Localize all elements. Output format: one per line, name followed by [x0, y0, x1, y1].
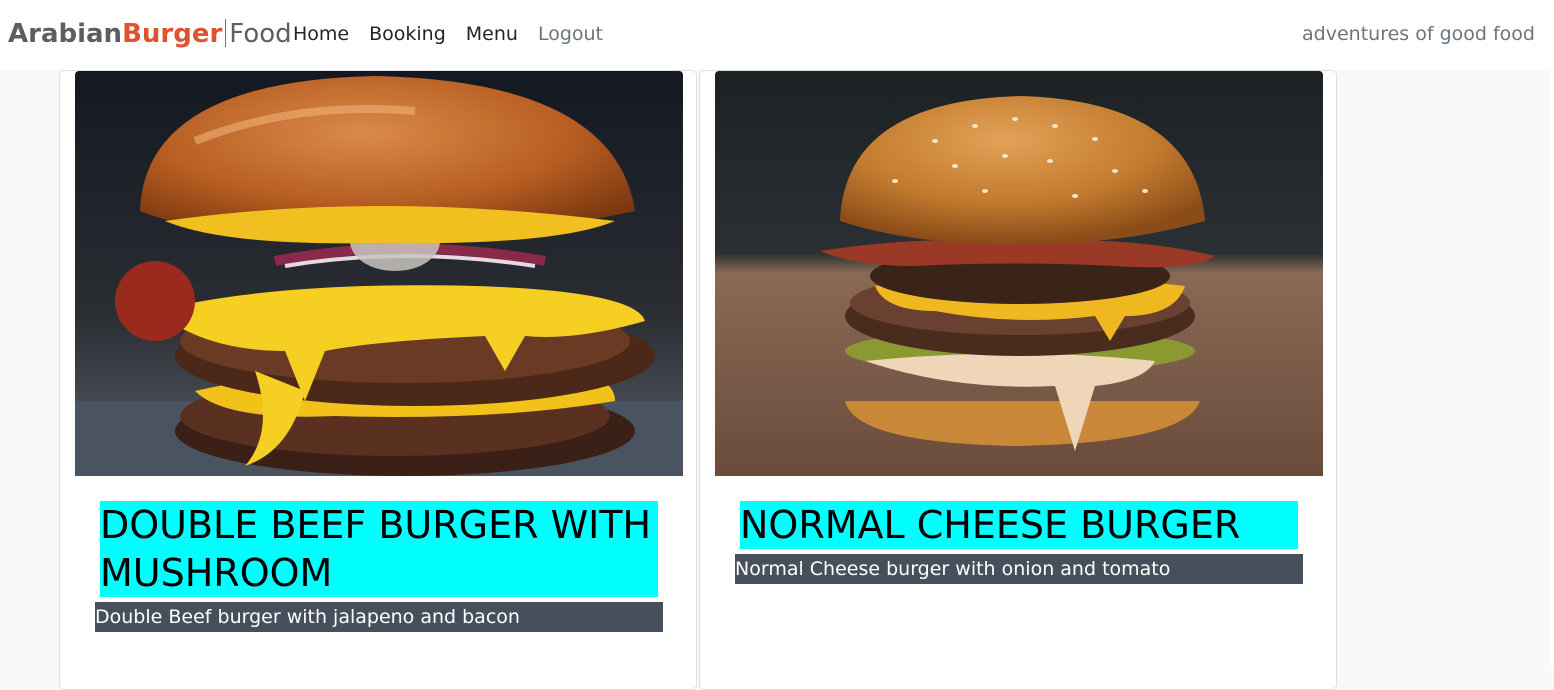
nav-booking-link[interactable]: Booking — [359, 22, 456, 46]
burger-photo-icon — [75, 71, 683, 476]
tagline: adventures of good food — [1302, 23, 1535, 45]
brand-part-burger: Burger — [122, 19, 223, 49]
menu-card-normal-cheese: NORMAL CHEESE BURGER Normal Cheese burge… — [699, 70, 1337, 690]
menu-item-title: NORMAL CHEESE BURGER — [740, 501, 1298, 549]
menu-item-description: Double Beef burger with jalapeno and bac… — [95, 602, 663, 632]
brand-logo[interactable]: ArabianBurger Food — [8, 14, 292, 54]
nav-home-link[interactable]: Home — [283, 22, 359, 46]
nav-menu-link[interactable]: Menu — [456, 22, 528, 46]
burger-photo-icon — [715, 71, 1323, 476]
burger-image — [715, 71, 1323, 476]
menu-item-title: DOUBLE BEEF BURGER WITH MUSHROOM — [100, 501, 658, 597]
menu-item-description: Normal Cheese burger with onion and toma… — [735, 554, 1303, 584]
nav-logout-link[interactable]: Logout — [528, 22, 613, 46]
menu-card-double-beef: DOUBLE BEEF BURGER WITH MUSHROOM Double … — [59, 70, 697, 690]
brand-part-arabian: Arabian — [8, 19, 123, 49]
brand-divider — [225, 19, 227, 47]
main-nav: Home Booking Menu Logout — [283, 22, 613, 46]
navbar: ArabianBurger Food Home Booking Menu Logo… — [0, 0, 1554, 70]
burger-image — [75, 71, 683, 476]
